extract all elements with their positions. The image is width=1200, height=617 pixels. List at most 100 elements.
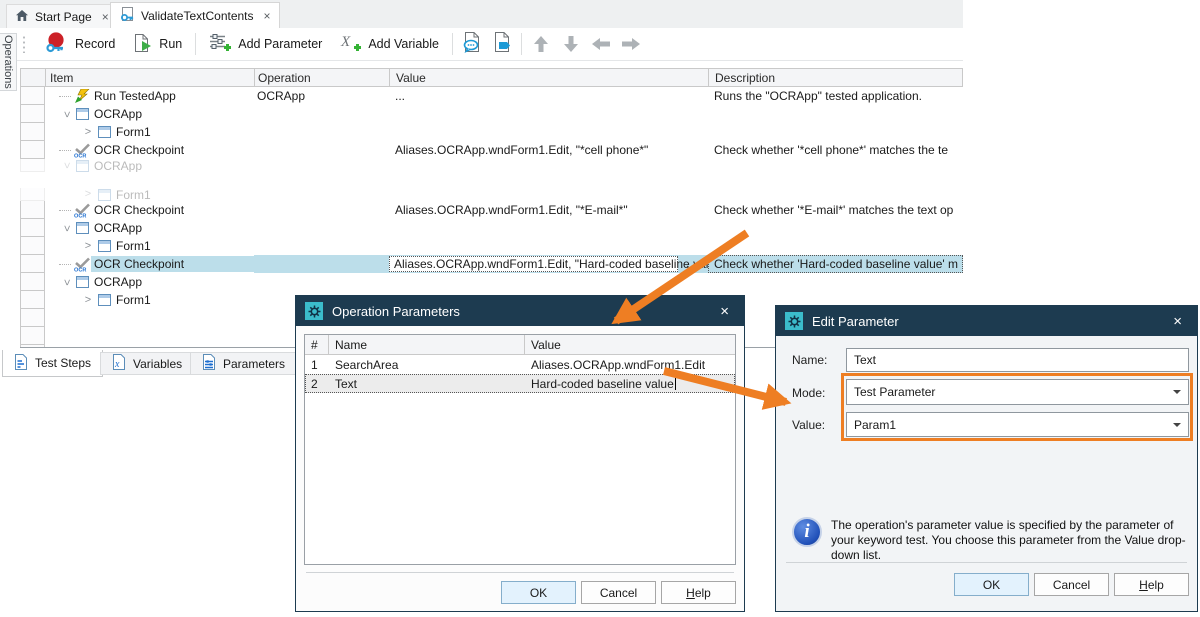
ellipsis-button[interactable]: ... <box>678 258 706 270</box>
operation-cell <box>254 159 389 172</box>
expand-icon[interactable]: > <box>81 295 95 306</box>
expand-icon[interactable]: > <box>81 241 95 252</box>
tree-connector <box>59 96 71 97</box>
collapse-icon[interactable]: > <box>61 221 72 235</box>
tab-start-page[interactable]: Start Page × <box>6 4 118 28</box>
test-steps-icon <box>14 354 28 373</box>
value-cell <box>389 123 708 141</box>
tab-validatetextcontents[interactable]: ValidateTextContents × <box>110 2 280 28</box>
dialog-titlebar[interactable]: Operation Parameters × <box>296 296 744 326</box>
ok-button[interactable]: OK <box>501 581 576 604</box>
row-selector-cell[interactable] <box>20 237 45 255</box>
row-selector-cell[interactable] <box>20 87 45 105</box>
test-step-row[interactable]: > OCRApp <box>20 159 963 172</box>
test-step-row[interactable]: >Form1 <box>20 188 963 201</box>
header-value[interactable]: Value <box>390 69 709 86</box>
value-dropdown[interactable]: Param1 <box>846 412 1189 437</box>
move-up-button[interactable] <box>526 31 556 57</box>
expand-icon[interactable]: > <box>81 189 95 200</box>
move-left-button[interactable] <box>586 31 616 57</box>
svg-text:OCR: OCR <box>74 213 86 218</box>
row-selector-cell[interactable] <box>20 123 45 141</box>
keyword-test-icon <box>119 7 135 25</box>
value-cell: Aliases.OCRApp.wndForm1.Edit, "*cell pho… <box>389 141 708 159</box>
run-button[interactable]: Run <box>124 31 191 58</box>
close-icon[interactable]: × <box>102 10 109 24</box>
row-selector-cell[interactable] <box>20 309 45 327</box>
svg-text:OCR: OCR <box>74 267 86 272</box>
name-field[interactable]: Text <box>846 348 1189 372</box>
test-step-row[interactable]: OCROCR CheckpointAliases.OCRApp.wndForm1… <box>20 255 963 273</box>
record-button[interactable]: Record <box>34 31 124 58</box>
collapse-icon[interactable]: > <box>61 107 72 121</box>
edit-parameter-dialog: Edit Parameter × Name: Text Mode: Test P… <box>775 305 1198 612</box>
ok-button[interactable]: OK <box>954 573 1029 596</box>
svg-text:x: x <box>114 359 120 370</box>
tab-parameters[interactable]: Parameters <box>190 352 297 375</box>
help-button[interactable]: Help <box>1114 573 1189 596</box>
row-selector-cell[interactable] <box>20 273 45 291</box>
tree-connector <box>59 264 71 265</box>
cancel-button[interactable]: Cancel <box>1034 573 1109 596</box>
row-selector-cell[interactable] <box>20 188 45 201</box>
toolbar-separator <box>195 33 196 55</box>
test-step-row[interactable]: OCROCR Checkpoint Aliases.OCRApp.wndForm1… <box>20 141 963 159</box>
label-button[interactable] <box>487 31 517 57</box>
test-step-row[interactable]: >OCRApp <box>20 273 963 291</box>
item-cell: OCROCR Checkpoint <box>45 141 254 159</box>
header-item[interactable]: Item <box>46 69 255 86</box>
chevron-down-icon <box>1173 423 1181 427</box>
edit-dialog-buttons: OKCancelHelp <box>954 573 1189 596</box>
close-icon[interactable]: × <box>1167 313 1188 330</box>
item-label: Form1 <box>113 238 154 254</box>
item-cell: > Form1 <box>45 237 254 255</box>
header-operation[interactable]: Operation <box>255 69 390 86</box>
expand-icon[interactable]: > <box>81 127 95 138</box>
description-button[interactable] <box>457 31 487 57</box>
test-step-row[interactable]: OCROCR CheckpointAliases.OCRApp.wndForm1… <box>20 201 963 219</box>
row-selector-cell[interactable] <box>20 201 45 219</box>
ellipsis-button[interactable]: ... <box>717 374 729 393</box>
row-selector-cell[interactable] <box>20 159 45 172</box>
value-editor[interactable]: Aliases.OCRApp.wndForm1.Edit, "Hard-code… <box>389 256 678 272</box>
mode-dropdown[interactable]: Test Parameter <box>846 379 1189 405</box>
collapse-icon[interactable]: > <box>61 159 72 172</box>
gear-icon <box>785 312 803 330</box>
item-cell: OCROCR Checkpoint <box>45 201 254 219</box>
tab-variables[interactable]: x Variables <box>100 352 194 375</box>
collapse-icon[interactable]: > <box>61 275 72 289</box>
row-selector-cell[interactable] <box>20 291 45 309</box>
test-step-row[interactable]: Run TestedAppOCRApp...Runs the "OCRApp" … <box>20 87 963 105</box>
test-step-row[interactable]: >OCRApp <box>20 105 963 123</box>
row-selector-cell[interactable] <box>20 105 45 123</box>
tab-test-steps[interactable]: Test Steps <box>2 350 103 377</box>
cancel-button[interactable]: Cancel <box>581 581 656 604</box>
item-label: OCRApp <box>91 159 145 172</box>
test-step-row[interactable]: >OCRApp <box>20 219 963 237</box>
row-selector-cell[interactable] <box>20 255 45 273</box>
move-down-button[interactable] <box>556 31 586 57</box>
test-step-row[interactable]: >Form1 <box>20 123 963 141</box>
value-cell[interactable]: Aliases.OCRApp.wndForm1.Edit, "Hard-code… <box>389 255 708 273</box>
close-icon[interactable]: × <box>264 9 271 23</box>
dialog-titlebar[interactable]: Edit Parameter × <box>776 306 1197 336</box>
header-description[interactable]: Description <box>709 69 962 86</box>
add-variable-button[interactable]: X Add Variable <box>331 31 448 58</box>
operations-panel-tab[interactable]: Operations <box>0 33 17 91</box>
row-selector-cell[interactable] <box>20 141 45 159</box>
row-selector-cell[interactable] <box>20 327 45 345</box>
window-icon <box>95 189 113 201</box>
window-icon <box>95 126 113 138</box>
arrow-left-icon <box>591 37 611 51</box>
help-button[interactable]: Help <box>661 581 736 604</box>
parameter-row[interactable]: 1SearchAreaAliases.OCRApp.wndForm1.Edit <box>305 355 735 374</box>
param-num: 1 <box>305 358 329 372</box>
close-icon[interactable]: × <box>714 303 735 320</box>
toolbar-grip[interactable] <box>22 35 26 53</box>
move-right-button[interactable] <box>616 31 646 57</box>
add-parameter-button[interactable]: Add Parameter <box>200 31 331 58</box>
test-step-row[interactable]: > Form1 <box>20 237 963 255</box>
parameter-row[interactable]: 2TextHard-coded baseline value... <box>305 374 735 393</box>
operation-cell <box>254 273 389 291</box>
row-selector-cell[interactable] <box>20 219 45 237</box>
